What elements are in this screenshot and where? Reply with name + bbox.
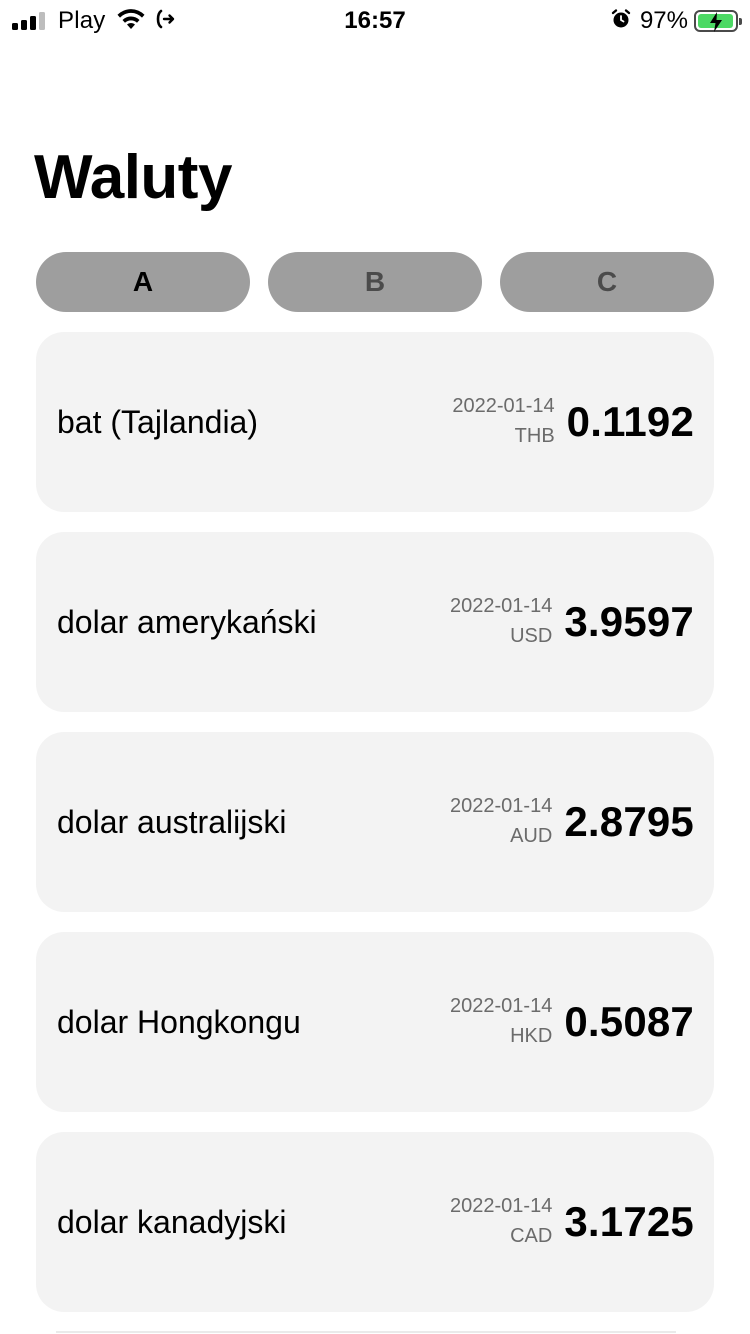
tab-b[interactable]: B — [268, 252, 482, 312]
currency-card-thb[interactable]: bat (Tajlandia) 2022-01-14 THB 0.1192 — [36, 332, 714, 512]
currency-code: CAD — [510, 1225, 553, 1247]
currency-name: dolar australijski — [57, 803, 287, 840]
rate-date: 2022-01-14 — [452, 395, 555, 417]
currency-name: dolar amerykański — [57, 603, 317, 640]
exchange-rate: 0.1192 — [566, 398, 694, 445]
tab-c[interactable]: C — [500, 252, 714, 312]
currency-meta: 2022-01-14 AUD — [450, 791, 552, 851]
status-bar: Play 16:57 97% — [0, 0, 750, 42]
exchange-rate: 3.1725 — [564, 1198, 694, 1245]
rate-date: 2022-01-14 — [450, 595, 553, 617]
currency-meta: 2022-01-14 CAD — [450, 1191, 552, 1251]
currency-code: USD — [510, 625, 553, 647]
currency-name: bat (Tajlandia) — [57, 403, 258, 440]
battery-charging-icon — [694, 10, 742, 32]
currency-name: dolar Hongkongu — [57, 1003, 301, 1040]
rate-date: 2022-01-14 — [450, 795, 553, 817]
currency-meta: 2022-01-14 USD — [450, 591, 552, 651]
currency-list: bat (Tajlandia) 2022-01-14 THB 0.1192 do… — [36, 332, 714, 1332]
status-bar-right: 97% — [610, 6, 742, 36]
rate-date: 2022-01-14 — [450, 1195, 553, 1217]
currency-code: AUD — [510, 825, 553, 847]
rate-date: 2022-01-14 — [450, 995, 553, 1017]
currency-card-usd[interactable]: dolar amerykański 2022-01-14 USD 3.9597 — [36, 532, 714, 712]
currency-card-cad[interactable]: dolar kanadyjski 2022-01-14 CAD 3.1725 — [36, 1132, 714, 1312]
exchange-rate: 3.9597 — [564, 598, 694, 645]
exchange-rate: 0.5087 — [564, 998, 694, 1045]
currency-card-aud[interactable]: dolar australijski 2022-01-14 AUD 2.8795 — [36, 732, 714, 912]
currency-name: dolar kanadyjski — [57, 1203, 287, 1240]
exchange-rate: 2.8795 — [564, 798, 694, 845]
alarm-icon — [610, 8, 632, 35]
page-title: Waluty — [34, 143, 232, 212]
currency-meta: 2022-01-14 THB — [452, 391, 554, 451]
currency-meta: 2022-01-14 HKD — [450, 991, 552, 1051]
currency-code: THB — [514, 425, 555, 447]
currency-code: HKD — [510, 1025, 553, 1047]
battery-percent: 97% — [639, 7, 688, 34]
tab-a[interactable]: A — [36, 252, 250, 312]
screen: Play 16:57 97% Waluty A B C bat (Tajland… — [0, 0, 750, 1334]
currency-card-hkd[interactable]: dolar Hongkongu 2022-01-14 HKD 0.5087 — [36, 932, 714, 1112]
next-card-edge — [56, 1331, 676, 1333]
table-tabs: A B C — [36, 252, 714, 312]
